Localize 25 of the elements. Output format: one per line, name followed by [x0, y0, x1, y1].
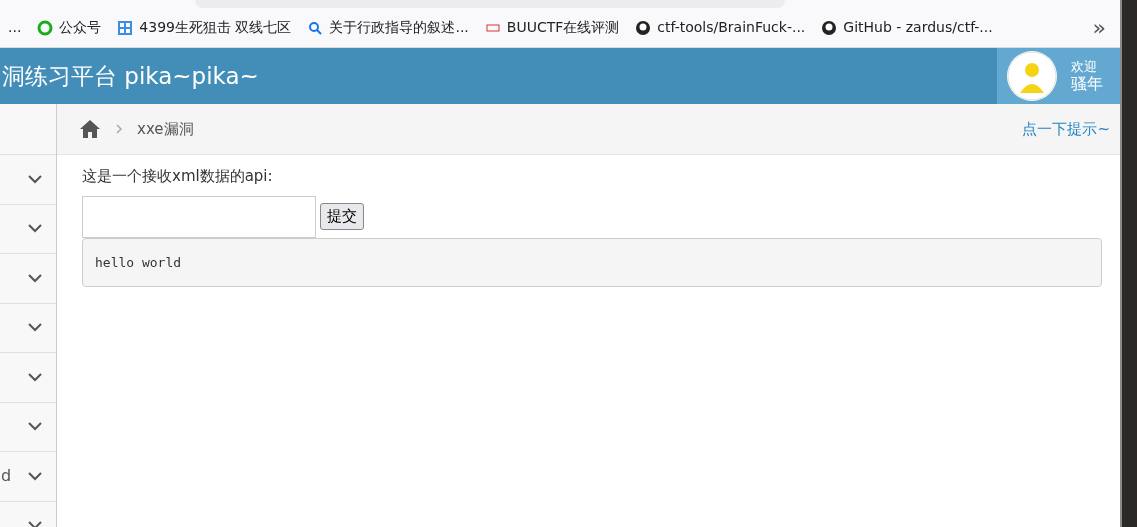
avatar-icon [1007, 51, 1057, 101]
output-panel: hello world [82, 237, 1102, 287]
home-icon[interactable] [79, 119, 101, 139]
intro-text: 这是一个接收xml数据的api: [82, 166, 274, 187]
breadcrumb-item: xxe漏洞 [137, 118, 194, 140]
bookmark-link[interactable]: 4399生死狙击 双线七区 [139, 17, 292, 38]
bookmark-link[interactable]: 公众号 [59, 17, 102, 38]
bookmark-link[interactable]: ctf-tools/BrainFuck-... [657, 17, 806, 38]
menu-label: d [1, 465, 12, 488]
app-title: 洞练习平台 pika~pika~ [2, 61, 259, 91]
hint-link[interactable]: 点一下提示~ [1022, 117, 1110, 141]
grid-icon [117, 19, 134, 36]
submit-button[interactable]: 提交 [320, 203, 364, 230]
search-icon [307, 19, 324, 36]
sidebar-item[interactable]: d [0, 452, 56, 502]
bookmark-link[interactable]: 关于行政指导的叙述... [329, 17, 469, 38]
bookmark-link[interactable]: ... [0, 17, 30, 38]
more-bookmarks-button[interactable]: » [1092, 11, 1106, 44]
bookmark-icon [37, 19, 54, 36]
bookmark-link[interactable]: GitHub - zardus/ctf-... [843, 17, 993, 38]
xml-input-field[interactable] [82, 195, 316, 238]
chevron-right-icon [115, 123, 123, 135]
bookmark-link[interactable]: BUUCTF在线评测 [506, 17, 620, 38]
user-name: 骚年 [1071, 74, 1103, 94]
welcome-text: 欢迎 [1071, 58, 1098, 75]
